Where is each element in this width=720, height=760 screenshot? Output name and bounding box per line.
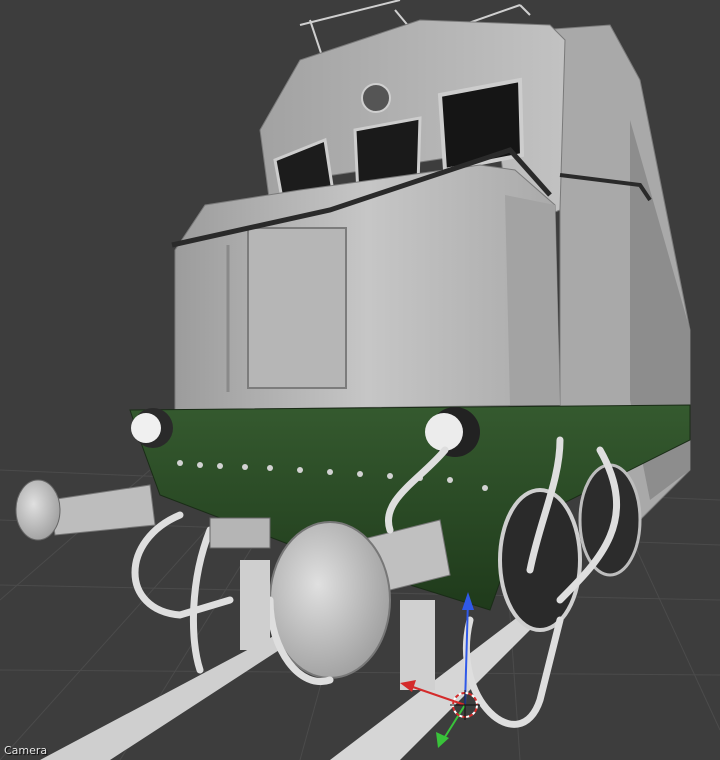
camera-label: Camera: [4, 744, 48, 757]
hood-door: [247, 227, 347, 389]
left-buffer: [15, 479, 156, 541]
locomotive-hood: [174, 164, 561, 411]
3d-viewport[interactable]: Camera: [0, 0, 720, 760]
viewport-scene[interactable]: [0, 0, 720, 760]
